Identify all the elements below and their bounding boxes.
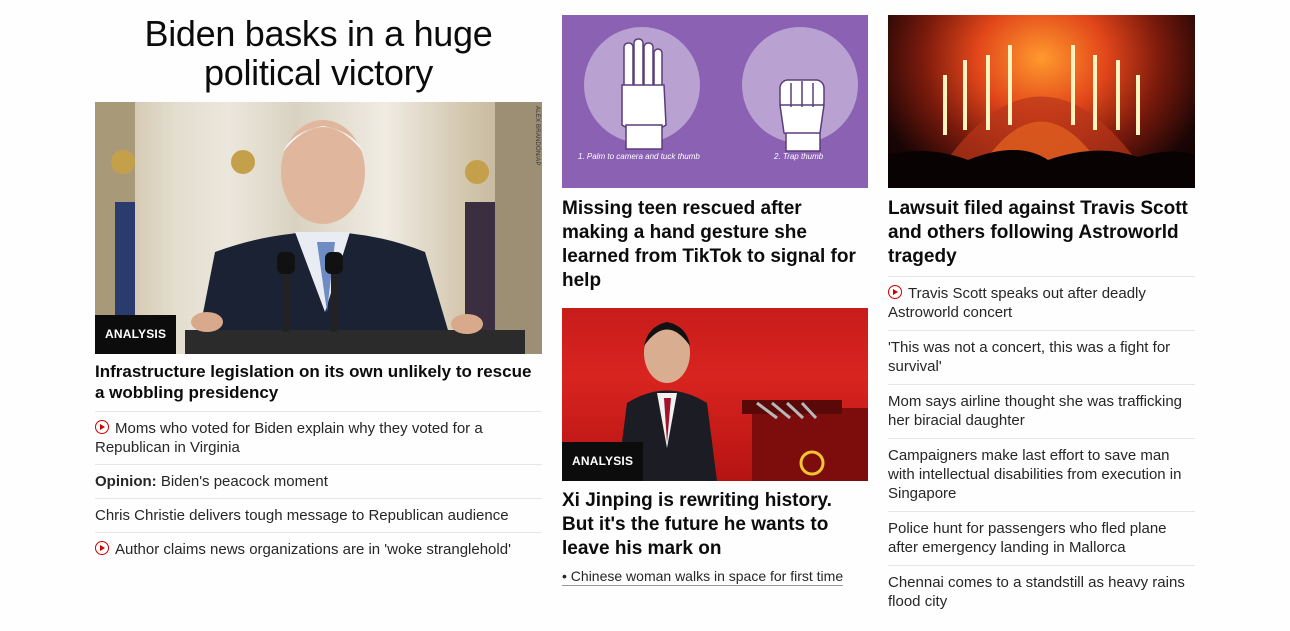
middle-column: 1. Palm to camera and tuck thumb 2. Trap… <box>562 15 868 586</box>
related-link-author[interactable]: Author claims news organizations are in … <box>95 533 542 566</box>
concert-photo[interactable] <box>888 15 1195 188</box>
related-link-text: Chris Christie delivers tough message to… <box>95 507 509 524</box>
play-video-icon <box>95 420 109 434</box>
related-link-text: Mom says airline thought she was traffic… <box>888 393 1183 429</box>
xi-photo[interactable]: ANALYSIS <box>562 308 868 481</box>
related-link-text: 'This was not a concert, this was a figh… <box>888 339 1171 375</box>
related-link-text: Author claims news organizations are in … <box>115 541 511 558</box>
related-link-text: Chennai comes to a standstill as heavy r… <box>888 574 1185 610</box>
astroworld-story-title[interactable]: Lawsuit filed against Travis Scott and o… <box>888 197 1195 277</box>
related-link-singapore[interactable]: Campaigners make last effort to save man… <box>888 439 1195 512</box>
hand-icons <box>621 38 825 152</box>
lead-headline[interactable]: Biden basks in a huge political victory <box>95 14 542 92</box>
play-video-icon <box>95 541 109 555</box>
analysis-badge: ANALYSIS <box>562 442 644 481</box>
related-link-christie[interactable]: Chris Christie delivers tough message to… <box>95 499 542 533</box>
related-link-text: Police hunt for passengers who fled plan… <box>888 520 1167 556</box>
related-link-chennai[interactable]: Chennai comes to a standstill as heavy r… <box>888 566 1195 619</box>
play-video-icon <box>888 285 902 299</box>
lead-related-list: Moms who voted for Biden explain why the… <box>95 412 542 566</box>
related-link-text: Campaigners make last effort to save man… <box>888 447 1182 502</box>
related-link-survival[interactable]: 'This was not a concert, this was a figh… <box>888 331 1195 385</box>
related-link-opinion[interactable]: Opinion: Biden's peacock moment <box>95 465 542 499</box>
related-link-space[interactable]: • Chinese woman walks in space for first… <box>562 568 844 586</box>
hand-caption-1: 1. Palm to camera and tuck thumb <box>578 152 700 161</box>
concert-photo-illustration <box>888 45 1195 188</box>
hand-signal-illustration[interactable]: 1. Palm to camera and tuck thumb 2. Trap… <box>562 15 868 188</box>
related-link-airline[interactable]: Mom says airline thought she was traffic… <box>888 385 1195 439</box>
astroworld-related-list: Travis Scott speaks out after deadly Ast… <box>888 277 1195 619</box>
related-link-text: Moms who voted for Biden explain why the… <box>95 420 483 456</box>
related-link-travis[interactable]: Travis Scott speaks out after deadly Ast… <box>888 277 1195 331</box>
related-link-moms[interactable]: Moms who voted for Biden explain why the… <box>95 412 542 465</box>
right-column: Lawsuit filed against Travis Scott and o… <box>888 15 1195 619</box>
lead-story-title[interactable]: Infrastructure legislation on its own un… <box>95 361 542 412</box>
photo-credit: ALEX BRANDON/AP <box>534 106 540 166</box>
related-link-text: Biden's peacock moment <box>156 473 328 490</box>
hand-caption-2: 2. Trap thumb <box>774 152 824 161</box>
related-link-text: Travis Scott speaks out after deadly Ast… <box>888 285 1146 321</box>
analysis-badge: ANALYSIS <box>95 315 177 354</box>
teen-story-title[interactable]: Missing teen rescued after making a hand… <box>562 197 868 293</box>
lead-story-column: Biden basks in a huge political victory <box>95 14 542 566</box>
xi-story-title[interactable]: Xi Jinping is rewriting history. But it'… <box>562 489 868 561</box>
opinion-label: Opinion: <box>95 473 157 490</box>
related-link-mallorca[interactable]: Police hunt for passengers who fled plan… <box>888 512 1195 566</box>
lead-photo[interactable]: ALEX BRANDON/AP ANALYSIS <box>95 102 542 354</box>
